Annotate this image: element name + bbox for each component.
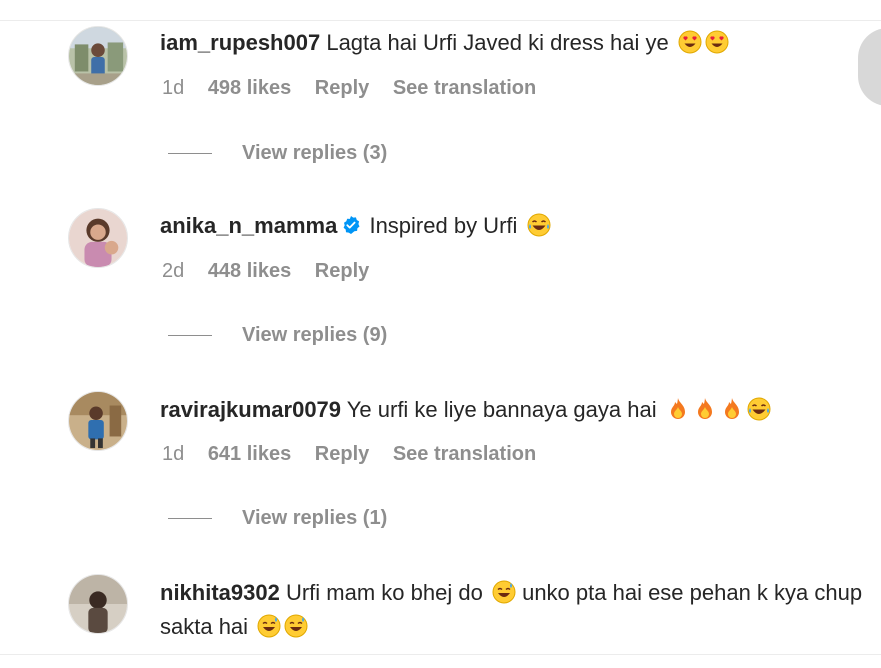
reply-button[interactable]: Reply [315, 443, 369, 465]
replies-line-divider [168, 334, 212, 336]
view-replies-label: View replies (9) [242, 324, 388, 346]
comment-time: 2d [162, 260, 185, 282]
comment-body: nikhita9302 Urfi mam ko bhej do unko pta… [160, 576, 870, 644]
avatar[interactable] [68, 391, 128, 451]
fire-emoji [693, 397, 717, 421]
username-link[interactable]: iam_rupesh007 [160, 30, 320, 55]
comment-time: 1d [162, 77, 185, 99]
reply-button[interactable]: Reply [315, 260, 369, 282]
comment-time: 1d [162, 443, 185, 465]
comment-body: iam_rupesh007 Lagta hai Urfi Javed ki dr… [160, 26, 870, 60]
comment-text: Lagta hai Urfi Javed ki dress hai ye [326, 30, 669, 55]
laughing-tears-emoji [527, 213, 551, 237]
comment-text: Ye urfi ke liye bannaya gaya hai [346, 397, 657, 422]
reply-button[interactable]: Reply [315, 77, 369, 99]
username-link[interactable]: nikhita9302 [160, 580, 280, 605]
view-replies-button[interactable]: View replies (3) [168, 141, 387, 165]
comment-body: ravirajkumar0079 Ye urfi ke liye bannaya… [160, 393, 870, 427]
comment-meta: 2d 448 likes Reply [162, 259, 387, 283]
heart-eyes-emoji [678, 30, 702, 54]
likes-count[interactable]: 448 likes [208, 260, 291, 282]
comment-meta: 1d 498 likes Reply See translation [162, 76, 554, 100]
username-link[interactable]: ravirajkumar0079 [160, 397, 341, 422]
top-divider [0, 20, 881, 21]
comment-text: Inspired by Urfi [369, 213, 518, 238]
verified-badge-icon [341, 215, 361, 235]
bottom-divider [0, 654, 881, 655]
fire-emoji [720, 397, 744, 421]
sweat-smile-emoji [257, 614, 281, 638]
avatar[interactable] [68, 26, 128, 86]
likes-count[interactable]: 498 likes [208, 77, 291, 99]
comment-body: anika_n_mamma Inspired by Urfi [160, 209, 870, 243]
fire-emoji [666, 397, 690, 421]
likes-count[interactable]: 641 likes [208, 443, 291, 465]
heart-eyes-emoji [705, 30, 729, 54]
comment-meta: 1d 641 likes Reply See translation [162, 442, 554, 466]
view-replies-label: View replies (3) [242, 142, 388, 164]
comment-text: Urfi mam ko bhej do [285, 580, 483, 605]
see-translation-button[interactable]: See translation [393, 443, 536, 465]
replies-line-divider [168, 152, 212, 154]
avatar[interactable] [68, 208, 128, 268]
replies-line-divider [168, 517, 212, 519]
view-replies-button[interactable]: View replies (9) [168, 323, 387, 347]
view-replies-button[interactable]: View replies (1) [168, 506, 387, 530]
sweat-smile-emoji [492, 580, 516, 604]
sweat-smile-emoji [284, 614, 308, 638]
view-replies-label: View replies (1) [242, 507, 388, 529]
see-translation-button[interactable]: See translation [393, 77, 536, 99]
avatar[interactable] [68, 574, 128, 634]
username-link[interactable]: anika_n_mamma [160, 213, 337, 238]
laughing-tears-emoji [747, 397, 771, 421]
